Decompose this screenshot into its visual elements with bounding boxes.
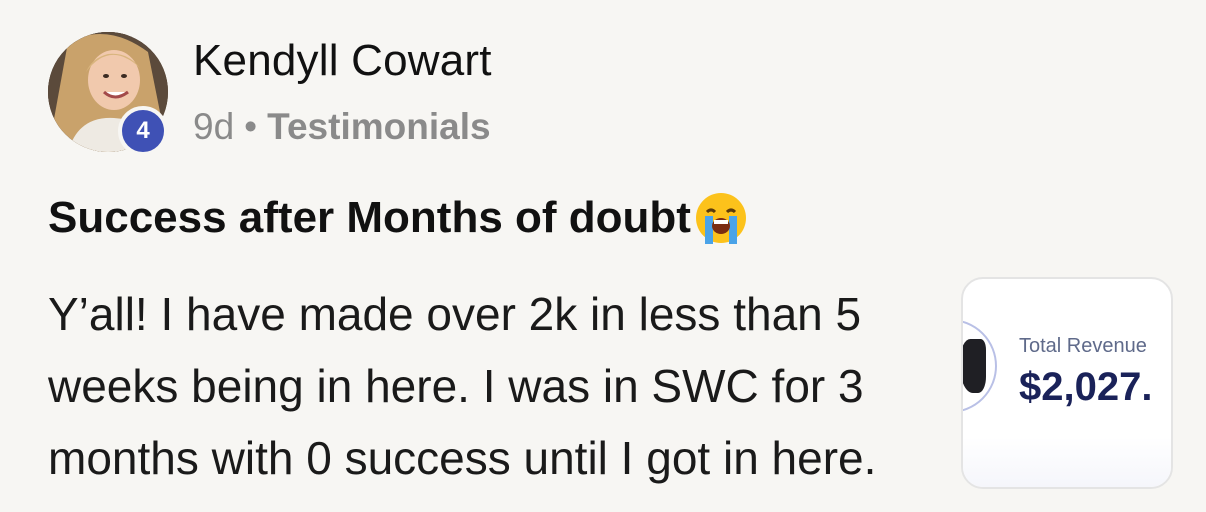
revenue-value: $2,027. [1019,365,1153,409]
level-badge: 4 [118,106,168,156]
attachment-thumbnail[interactable]: Total Revenue $2,027. [961,277,1173,489]
post-body-line: Y’all! I have made over 2k in less than … [48,288,862,340]
post-body[interactable]: Y’all! I have made over 2k in less than … [48,278,938,494]
post-category[interactable]: Testimonials [267,106,490,148]
post-title-text: Success after Months of doubt [48,193,691,242]
community-post: 4 Kendyll Cowart 9d • Testimonials Succe… [0,0,1206,512]
revenue-label: Total Revenue [1019,335,1147,357]
author-avatar-container[interactable]: 4 [48,32,168,156]
post-body-line: months with 0 success until I got in her… [48,432,877,484]
author-name[interactable]: Kendyll Cowart [193,36,492,86]
attachment-fade [963,437,1171,487]
meta-separator: • [244,106,258,147]
loudly-crying-face-icon [693,190,749,246]
attachment-avatar-ring [963,319,997,413]
post-title[interactable]: Success after Months of doubt [48,190,749,246]
post-time: 9d [193,106,235,147]
attachment-figure [963,339,986,393]
post-body-line: weeks being in here. I was in SWC for 3 [48,360,864,412]
post-meta: 9d • Testimonials [193,106,491,148]
